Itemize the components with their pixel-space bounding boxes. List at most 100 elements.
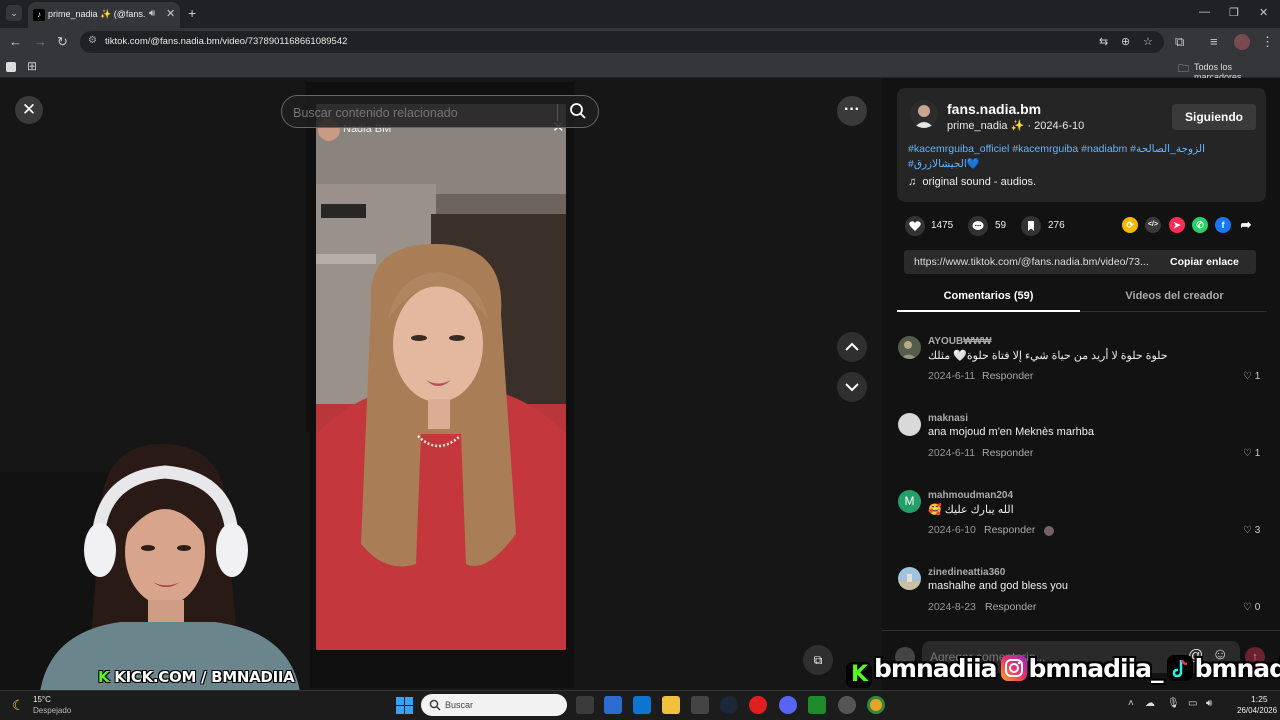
commenter-avatar[interactable] (898, 336, 921, 359)
tab-creator-videos[interactable]: Videos del creador (1082, 282, 1267, 312)
tab-search-chevron-icon[interactable]: ⌄ (6, 5, 22, 21)
tiktok-page: Nadia BM ✕ ✕ ··· ⧉ (0, 78, 1280, 690)
caption-hashtags-2[interactable]: #الجيشالازرق💙 (908, 157, 980, 170)
forward-icon[interactable]: → (34, 34, 47, 49)
close-tab-icon[interactable]: ✕ (166, 7, 175, 20)
like-heart-icon[interactable] (905, 216, 925, 236)
copy-link-button[interactable]: Copiar enlace (1170, 256, 1239, 268)
comment-like[interactable]: ♡ 0 (1243, 602, 1260, 613)
whatsapp-icon[interactable]: ✆ (1192, 217, 1208, 233)
comment-item: M mahmoudman204 الله يبارك عليك 🥰 2024-6… (898, 484, 1268, 556)
clock-date[interactable]: 26/04/2026 (1237, 706, 1277, 715)
comment-like[interactable]: ♡ 1 (1243, 371, 1260, 382)
post-date: 2024-6-10 (1034, 120, 1085, 132)
address-bar[interactable]: ⚙ tiktok.com/@fans.nadia.bm/video/737890… (80, 31, 1164, 53)
repost-icon[interactable]: ⟳ (1122, 217, 1138, 233)
steam-icon[interactable] (720, 696, 738, 714)
related-search-box[interactable] (281, 95, 599, 128)
close-player-icon[interactable]: ✕ (15, 96, 43, 124)
file-explorer-icon[interactable] (662, 696, 680, 714)
reply-button[interactable]: Responder (982, 447, 1033, 459)
reply-button[interactable]: Responder (984, 524, 1035, 536)
reply-button[interactable]: Responder (982, 370, 1033, 382)
network-icon[interactable]: ▭ (1188, 698, 1197, 709)
discord-icon[interactable] (779, 696, 797, 714)
volume-icon[interactable]: 🔊︎ (1206, 698, 1212, 709)
speaker-icon[interactable]: 🔊︎ (149, 8, 155, 19)
facebook-icon[interactable]: f (1215, 217, 1231, 233)
obs-record-icon[interactable] (749, 696, 767, 714)
outlook-icon[interactable] (633, 696, 651, 714)
url-text[interactable]: tiktok.com/@fans.nadia.bm/video/73789011… (105, 36, 347, 47)
video-content[interactable] (316, 104, 566, 650)
next-video-chevron-down-icon[interactable] (837, 372, 867, 402)
cloud-icon[interactable]: ☁ (1145, 698, 1155, 709)
following-button[interactable]: Siguiendo (1172, 104, 1256, 130)
picture-in-picture-icon[interactable]: ⧉ (803, 645, 833, 675)
weather-description[interactable]: Despejado (33, 706, 71, 715)
comment-username[interactable]: mahmoudman204 (928, 490, 1013, 501)
comment-bubble-icon[interactable] (968, 216, 988, 236)
chrome-icon[interactable] (867, 696, 885, 714)
comment-username[interactable]: AYOUB₩₩₩ (928, 336, 992, 347)
related-search-input[interactable] (293, 105, 553, 121)
weather-temperature[interactable]: 15°C (33, 695, 51, 704)
search-icon[interactable] (569, 102, 587, 125)
zoom-icon[interactable]: ⊕ (1121, 35, 1130, 48)
reply-button[interactable]: Responder (985, 601, 1036, 613)
browser-tab[interactable]: ♪ prime_nadia ✨ (@fans.nadia 🔊︎ ✕ (28, 2, 180, 28)
extensions-icon[interactable]: ⧉ (1175, 34, 1184, 50)
ms-store-icon[interactable] (604, 696, 622, 714)
reload-icon[interactable]: ↻ (57, 34, 68, 50)
comment-like-count: 1 (1254, 448, 1261, 459)
comment-like[interactable]: ♡ 3 (1243, 525, 1260, 536)
translate-icon[interactable]: ⇆ (1099, 35, 1108, 48)
divider (882, 630, 1280, 631)
more-options-icon[interactable]: ··· (837, 96, 867, 126)
taskbar-search[interactable]: Buscar (421, 694, 567, 716)
clock-time[interactable]: 1:25 (1251, 694, 1268, 704)
kick-k-logo: K (98, 668, 110, 686)
heart-outline-icon: ♡ (1243, 371, 1252, 382)
music-link[interactable]: ♫ original sound - audios. (908, 176, 1036, 188)
reading-list-icon[interactable]: ≡ (1210, 34, 1218, 49)
menu-kebab-icon[interactable]: ⋮ (1261, 34, 1274, 50)
profile-avatar[interactable] (1234, 34, 1250, 50)
share-link-url[interactable]: https://www.tiktok.com/@fans.nadia.bm/vi… (914, 256, 1149, 268)
app-icon[interactable] (838, 696, 856, 714)
tab-groups-icon[interactable] (6, 62, 16, 72)
microphone-icon[interactable]: 🎙︎ (1167, 698, 1180, 709)
comment-username[interactable]: maknasi (928, 413, 968, 424)
tray-chevron-up-icon[interactable]: ˄ (1128, 698, 1134, 709)
comment-item: AYOUB₩₩₩ حلوة حلوة لا أريد من حياة شيء إ… (898, 330, 1268, 402)
restore-icon[interactable]: ❐ (1229, 6, 1239, 19)
moon-weather-icon[interactable]: ☾ (12, 697, 25, 714)
task-view-icon[interactable] (576, 696, 594, 714)
send-to-friends-icon[interactable]: ➤ (1169, 217, 1185, 233)
share-arrow-icon[interactable]: ➦ (1238, 217, 1254, 233)
snipping-tool-icon[interactable] (691, 696, 709, 714)
heart-outline-icon: ♡ (1243, 602, 1252, 613)
tab-comments[interactable]: Comentarios (59) (897, 282, 1080, 312)
creator-handle[interactable]: fans.nadia.bm (947, 101, 1041, 117)
apps-grid-icon[interactable]: ⊞ (27, 59, 37, 73)
embed-code-icon[interactable]: </> (1145, 217, 1161, 233)
new-tab-icon[interactable]: + (188, 5, 196, 21)
site-info-icon[interactable]: ⚙ (88, 35, 97, 46)
commenter-avatar[interactable] (898, 413, 921, 436)
windows-start-icon[interactable] (396, 697, 413, 714)
comment-username[interactable]: zinedineattia360 (928, 567, 1005, 578)
bookmark-star-icon[interactable]: ☆ (1143, 35, 1153, 48)
commenter-avatar[interactable] (898, 567, 921, 590)
window-close-icon[interactable]: ✕ (1259, 6, 1268, 19)
creator-avatar[interactable] (910, 100, 938, 128)
tiktok-logo-icon (1166, 655, 1193, 681)
bookmark-icon[interactable] (1021, 216, 1041, 236)
caption-hashtags[interactable]: #kacemrguiba_officiel #kacemrguiba #nadi… (908, 143, 1205, 155)
commenter-avatar[interactable]: M (898, 490, 921, 513)
comment-like[interactable]: ♡ 1 (1243, 448, 1260, 459)
back-icon[interactable]: ← (9, 34, 22, 49)
previous-video-chevron-up-icon[interactable] (837, 332, 867, 362)
kick-app-icon[interactable] (808, 696, 826, 714)
minimize-icon[interactable]: — (1199, 6, 1210, 18)
